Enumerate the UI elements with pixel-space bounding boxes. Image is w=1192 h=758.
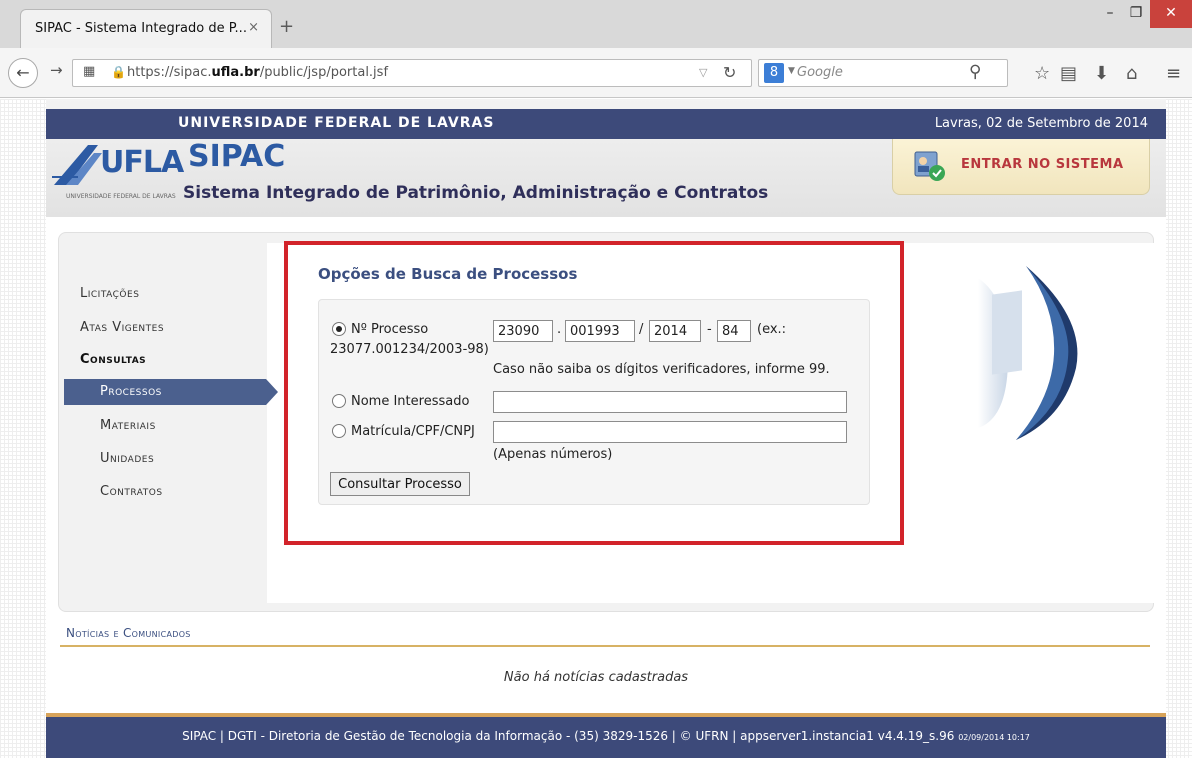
sidebar-active-arrow [266, 379, 278, 405]
sidebar-item-materiais[interactable]: Materiais [100, 418, 156, 433]
engine-dropdown-icon[interactable]: ▼ [788, 66, 795, 76]
url-dropdown-icon[interactable]: ▽ [699, 66, 707, 79]
consultar-processo-button[interactable]: Consultar Processo [330, 472, 470, 496]
hint-digits: Caso não saiba os dígitos verificadores,… [493, 362, 830, 377]
sidebar-item-processos[interactable]: Processos [100, 384, 162, 399]
back-arrow-icon[interactable]: ← [8, 58, 38, 88]
browser-navbar: ← → ▦ 🔒 https://sipac.ufla.br/public/jsp… [0, 48, 1192, 98]
radio-numero-processo[interactable] [332, 322, 346, 336]
maximize-button[interactable]: ❐ [1124, 0, 1148, 28]
search-placeholder: Google [797, 65, 843, 80]
radio-nome-interessado[interactable] [332, 394, 346, 408]
processo-dot-separator: . [557, 322, 562, 337]
lock-icon: 🔒 [111, 65, 126, 79]
url-text[interactable]: https://sipac.ufla.br/public/jsp/portal.… [127, 65, 388, 80]
date-text: Lavras, 02 de Setembro de 2014 [934, 116, 1148, 131]
search-bar[interactable]: 8 ▼ Google ⚲ [758, 59, 1008, 87]
radio-matricula[interactable] [332, 424, 346, 438]
nome-interessado-label: Nome Interessado [351, 394, 470, 409]
menu-icon[interactable]: ≡ [1166, 63, 1181, 84]
processo-ano-input[interactable] [649, 320, 701, 342]
tab-close-icon[interactable]: × [248, 20, 259, 35]
news-title: Notícias e Comunicados [66, 626, 191, 640]
new-tab-button[interactable]: + [279, 16, 294, 37]
sidebar-item-atas-vigentes[interactable]: Atas Vigentes [80, 320, 164, 335]
ufla-logo-subtext: UNIVERSIDADE FEDERAL DE LAVRAS [66, 193, 176, 200]
sidebar-active-highlight [64, 379, 266, 405]
sidebar-item-consultas[interactable]: Consultas [80, 352, 146, 367]
header-bar: UNIVERSIDADE FEDERAL DE LAVRAS Lavras, 0… [46, 109, 1166, 139]
nome-interessado-input[interactable] [493, 391, 847, 413]
reading-list-icon[interactable]: ▤ [1060, 63, 1077, 84]
processo-radical-input[interactable] [493, 320, 553, 342]
close-window-button[interactable]: ✕ [1150, 0, 1192, 28]
matricula-input[interactable] [493, 421, 847, 443]
decorative-globe-image [978, 266, 1078, 440]
site-header: UNIVERSIDADE FEDERAL DE LAVRAS Lavras, 0… [46, 99, 1166, 217]
sidebar-item-contratos[interactable]: Contratos [100, 484, 163, 499]
processo-numero-input[interactable] [565, 320, 635, 342]
forward-arrow-icon[interactable]: → [50, 61, 63, 79]
tab-title: SIPAC - Sistema Integrado de P... [35, 21, 247, 36]
home-icon[interactable]: ⌂ [1126, 63, 1137, 84]
ufla-logo[interactable]: UFLA [100, 145, 184, 180]
sidebar-item-licitacoes[interactable]: Licitações [80, 286, 139, 301]
sipac-subtitle: Sistema Integrado de Patrimônio, Adminis… [183, 183, 769, 203]
star-icon[interactable]: ☆ [1034, 63, 1050, 84]
university-name: UNIVERSIDADE FEDERAL DE LAVRAS [178, 115, 495, 131]
sipac-title[interactable]: SIPAC [188, 139, 285, 174]
example-start: (ex.: [757, 322, 787, 337]
site-identity-icon[interactable]: ▦ [83, 64, 95, 79]
processo-dash-separator: - [707, 322, 712, 337]
user-login-icon [914, 151, 945, 181]
login-label: ENTRAR NO SISTEMA [961, 157, 1124, 172]
matricula-label: Matrícula/CPF/CNPJ [351, 424, 475, 439]
address-bar[interactable]: ▦ 🔒 https://sipac.ufla.br/public/jsp/por… [72, 59, 752, 87]
hint-numbers: (Apenas números) [493, 447, 613, 462]
google-engine-icon[interactable]: 8 [764, 63, 784, 83]
search-options-title: Opções de Busca de Processos [318, 265, 578, 283]
footer-timestamp: 02/09/2014 10:17 [958, 733, 1030, 742]
reload-icon[interactable]: ↻ [723, 63, 736, 82]
processo-slash-separator: / [639, 322, 644, 337]
login-button[interactable]: ENTRAR NO SISTEMA [892, 139, 1150, 195]
browser-titlebar: SIPAC - Sistema Integrado de P... × + – … [0, 0, 1192, 48]
example-end: 23077.001234/2003-98) [330, 342, 489, 357]
numero-processo-label: Nº Processo [351, 322, 429, 337]
browser-tab[interactable]: SIPAC - Sistema Integrado de P... × [20, 9, 272, 48]
search-icon[interactable]: ⚲ [969, 62, 981, 82]
processo-dv-input[interactable] [717, 320, 751, 342]
site-footer: SIPAC | DGTI - Diretoria de Gestão de Te… [46, 717, 1166, 758]
sidebar-item-unidades[interactable]: Unidades [100, 451, 154, 466]
news-divider [60, 645, 1150, 647]
minimize-button[interactable]: – [1098, 0, 1122, 28]
footer-text: SIPAC | DGTI - Diretoria de Gestão de Te… [182, 729, 1030, 743]
news-empty-message: Não há notícias cadastradas [503, 670, 689, 685]
download-icon[interactable]: ⬇ [1094, 63, 1109, 84]
